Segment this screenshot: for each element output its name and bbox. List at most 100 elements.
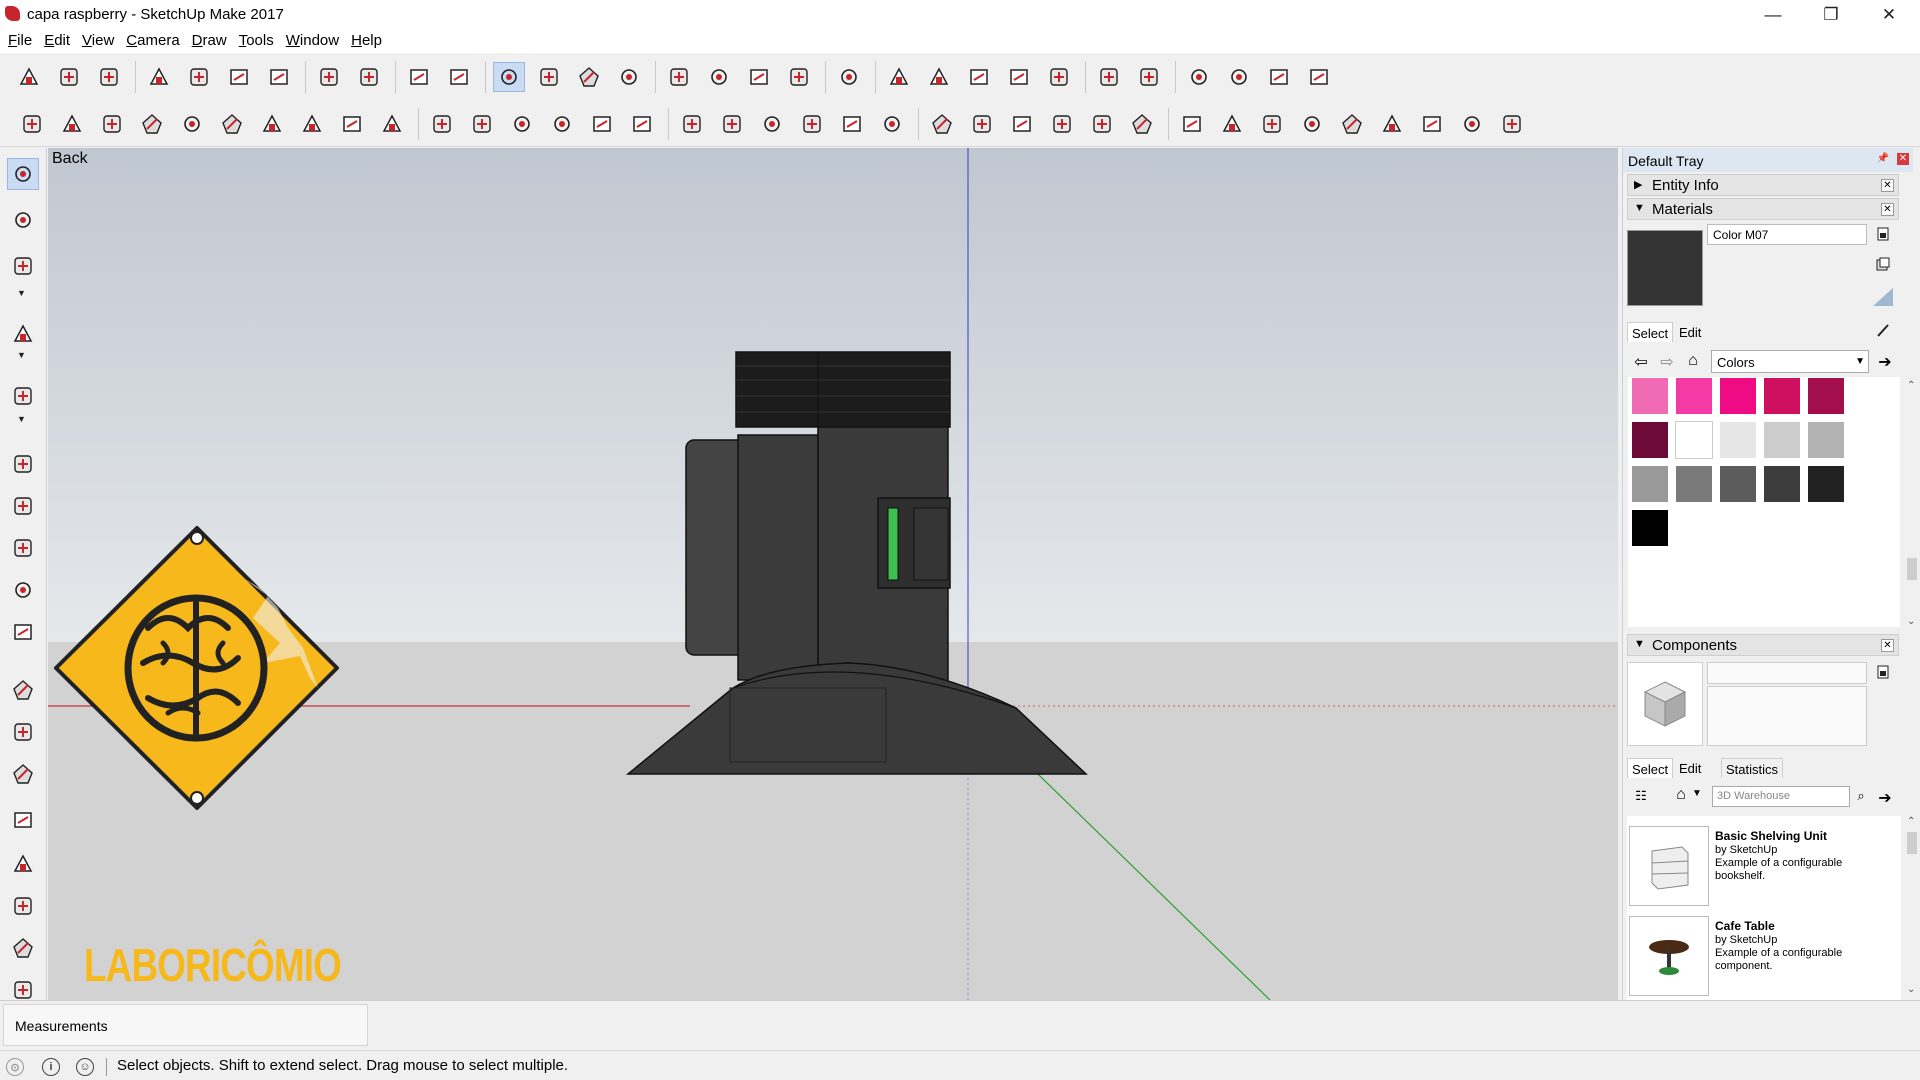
dimension-button[interactable] [966, 109, 998, 139]
view-options-icon[interactable]: ☷ [1631, 788, 1651, 808]
rotated-rectangle-button[interactable] [136, 109, 168, 139]
left-move-button[interactable] [7, 532, 39, 564]
follow-me-button[interactable] [796, 109, 828, 139]
left-pan-button[interactable] [7, 848, 39, 880]
two-point-arc-button[interactable] [296, 109, 328, 139]
material-swatch[interactable] [1719, 421, 1757, 459]
scroll-up-icon[interactable]: ⌃ [1907, 816, 1915, 827]
scroll-up-icon[interactable]: ⌃ [1907, 380, 1915, 391]
entity-info-close-icon[interactable]: ✕ [1881, 179, 1894, 192]
material-swatch[interactable] [1763, 465, 1801, 503]
list-item[interactable]: Basic Shelving Unit by SketchUp Example … [1627, 824, 1901, 906]
close-button[interactable]: ✕ [1860, 0, 1918, 29]
components-tab-select[interactable]: Select [1627, 758, 1674, 778]
collection-dropdown[interactable]: Colors ▼ [1711, 350, 1869, 373]
material-swatch[interactable] [1807, 465, 1845, 503]
entity-info-header[interactable]: ▶ Entity Info ✕ [1627, 174, 1899, 196]
home-icon[interactable]: ⌂ [1683, 352, 1703, 372]
materials-scrollbar[interactable]: ⌃ ⌄ [1905, 380, 1919, 630]
chevron-down-icon[interactable]: ▼ [1687, 788, 1707, 808]
left-tape-measure-button[interactable] [7, 674, 39, 706]
pin-icon[interactable]: 📌 [1877, 153, 1889, 164]
materials-close-icon[interactable]: ✕ [1881, 203, 1894, 216]
warehouse-button[interactable] [663, 62, 695, 92]
tray-close-icon[interactable]: ✕ [1897, 153, 1909, 165]
iso-house-button[interactable] [426, 109, 458, 139]
hidden-line-button[interactable] [1183, 62, 1215, 92]
eraser-button[interactable] [613, 62, 645, 92]
menu-file[interactable]: File [6, 29, 38, 53]
text-button[interactable] [1046, 109, 1078, 139]
open-button[interactable] [53, 62, 85, 92]
menu-window[interactable]: Window [284, 29, 345, 53]
back-house-button[interactable] [586, 109, 618, 139]
left-paint-bucket-button[interactable] [7, 758, 39, 790]
components-header[interactable]: ▼ Components ✕ [1627, 634, 1899, 656]
menu-help[interactable]: Help [349, 29, 388, 53]
rectangle-button[interactable] [96, 109, 128, 139]
material-swatch[interactable] [1807, 421, 1845, 459]
look-around-button[interactable] [1456, 109, 1488, 139]
left-text-button[interactable] [7, 716, 39, 748]
undo-button[interactable] [313, 62, 345, 92]
menu-tools[interactable]: Tools [237, 29, 280, 53]
tape-measure-button[interactable] [926, 109, 958, 139]
zoom-button[interactable] [1256, 109, 1288, 139]
flyout-chevron-icon[interactable]: ▼ [17, 414, 26, 424]
components-tab-edit[interactable]: Edit [1675, 758, 1705, 778]
user-icon[interactable]: ☺ [76, 1058, 94, 1076]
forward-arrow-icon[interactable]: ⇨ [1657, 352, 1677, 372]
flyout-chevron-icon[interactable]: ▼ [17, 350, 26, 360]
info-icon[interactable]: i [42, 1058, 60, 1076]
freehand-button[interactable] [56, 109, 88, 139]
material-swatch[interactable] [1631, 377, 1669, 415]
sample-paint-icon[interactable] [1875, 322, 1891, 338]
layout-button[interactable] [833, 62, 865, 92]
cut-button[interactable] [143, 62, 175, 92]
print-button[interactable] [403, 62, 435, 92]
front-house-button[interactable] [506, 109, 538, 139]
menu-view[interactable]: View [80, 29, 120, 53]
materials-header[interactable]: ▼ Materials ✕ [1627, 198, 1899, 220]
save-button[interactable] [93, 62, 125, 92]
component-details-icon[interactable] [1875, 664, 1891, 680]
share-component-button[interactable] [743, 62, 775, 92]
measurements-box[interactable]: Measurements [3, 1004, 368, 1046]
material-name-field[interactable]: Color M07 [1707, 224, 1867, 245]
select-button[interactable] [493, 62, 525, 92]
arc-button[interactable] [256, 109, 288, 139]
top-house-button[interactable] [466, 109, 498, 139]
shaded-button[interactable] [1223, 62, 1255, 92]
restore-button[interactable]: ❐ [1802, 0, 1860, 29]
left-orbit-button[interactable] [7, 804, 39, 836]
right-view-button[interactable] [1003, 62, 1035, 92]
material-preview[interactable] [1627, 230, 1703, 306]
material-sample-icon[interactable] [1871, 286, 1895, 308]
component-name-field[interactable] [1707, 662, 1867, 684]
left-follow-me-button[interactable] [7, 490, 39, 522]
scroll-down-icon[interactable]: ⌄ [1907, 616, 1915, 627]
zoom-window-button[interactable] [1296, 109, 1328, 139]
previous-view-button[interactable] [1376, 109, 1408, 139]
material-swatch[interactable] [1631, 421, 1669, 459]
menu-edit[interactable]: Edit [42, 29, 76, 53]
material-swatch[interactable] [1763, 377, 1801, 415]
share-model-button[interactable] [703, 62, 735, 92]
list-item[interactable]: Cafe Table by SketchUp Example of a conf… [1627, 914, 1901, 996]
offset-button[interactable] [876, 109, 908, 139]
erase-button[interactable] [263, 62, 295, 92]
materials-tab-edit[interactable]: Edit [1675, 322, 1705, 342]
material-swatch[interactable] [1675, 421, 1713, 459]
iso-view-button[interactable] [883, 62, 915, 92]
monochrome-button[interactable] [1303, 62, 1335, 92]
pan-button[interactable] [1216, 109, 1248, 139]
material-swatch[interactable] [1807, 377, 1845, 415]
rotate-button[interactable] [756, 109, 788, 139]
left-arc-button[interactable] [7, 318, 39, 350]
back-view-button[interactable] [1043, 62, 1075, 92]
make-component-button[interactable] [533, 62, 565, 92]
polygon-button[interactable] [216, 109, 248, 139]
left-eraser-button[interactable] [7, 204, 39, 236]
copy-button[interactable] [183, 62, 215, 92]
left-zoom-button[interactable] [7, 890, 39, 922]
